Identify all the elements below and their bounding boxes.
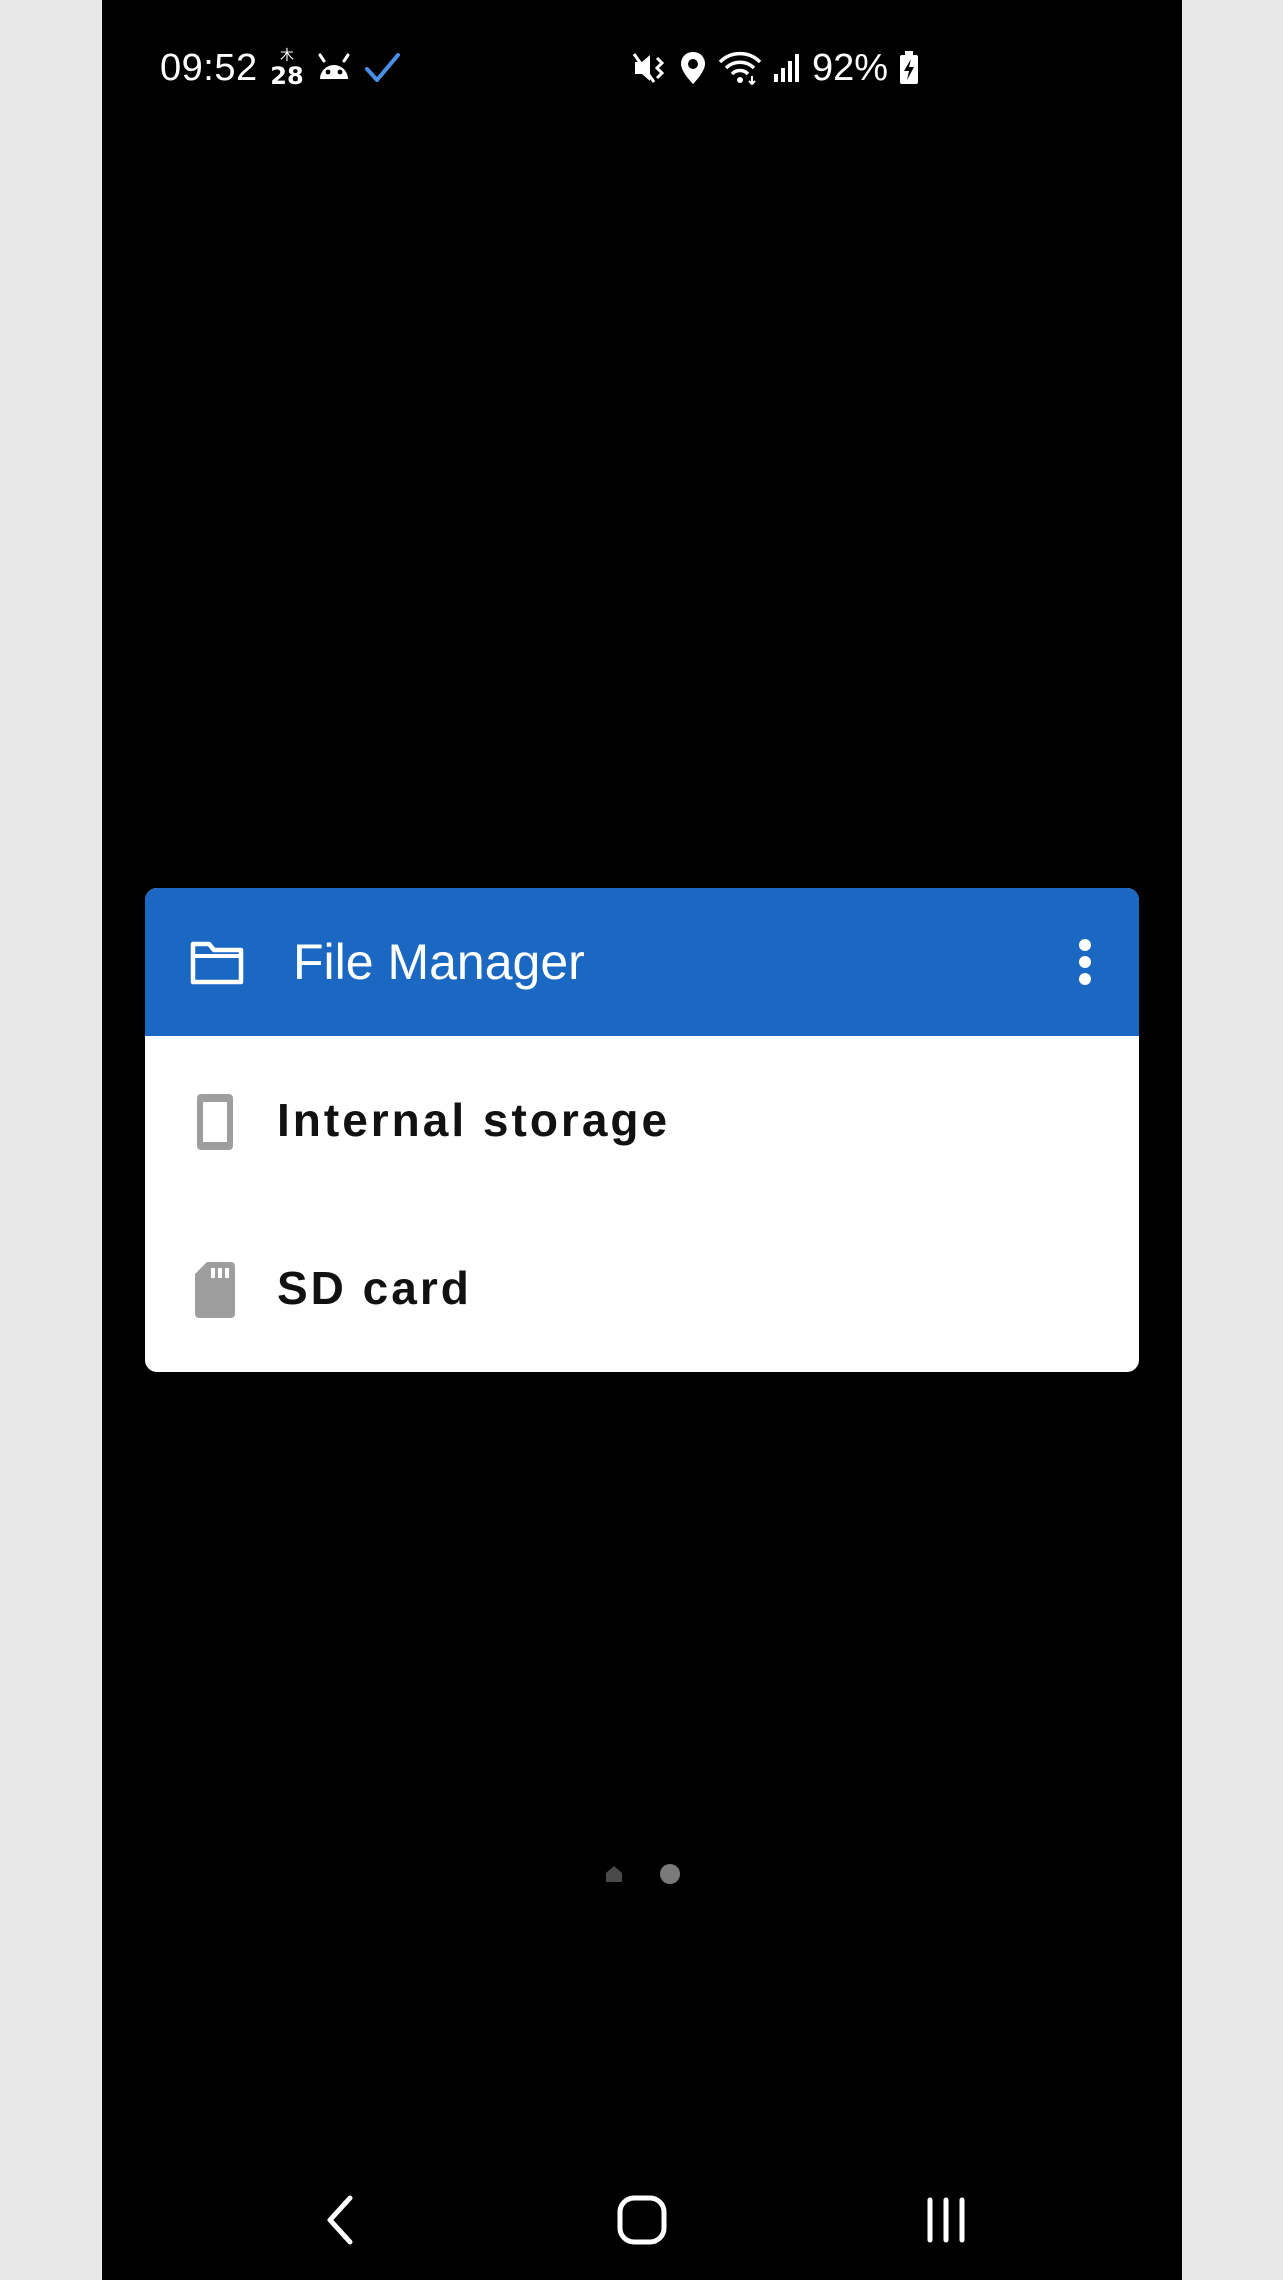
more-vert-icon [1079,939,1091,985]
battery-charging-icon [900,51,919,84]
location-icon [681,52,705,84]
page-dot-active [660,1864,680,1884]
widget-title: File Manager [293,934,585,990]
status-time: 09:52 [160,47,258,89]
storage-item-internal[interactable]: Internal storage [145,1036,1139,1204]
home-icon [617,2195,667,2245]
recents-icon [927,2197,965,2243]
calendar-day: 28 [270,62,304,90]
signal-icon [774,54,799,82]
android-icon [318,53,350,79]
back-icon [327,2195,353,2245]
home-button[interactable] [602,2184,682,2256]
sd-card-icon [195,1262,235,1318]
check-icon [365,53,400,82]
calendar-icon: 木 28 [270,48,304,88]
page-indicator[interactable] [604,1862,684,1886]
recents-button[interactable] [906,2184,986,2256]
storage-item-label: SD card [277,1262,472,1314]
home-page-indicator-icon [606,1866,622,1882]
widget-header[interactable]: File Manager [145,888,1139,1036]
mute-icon [632,53,665,83]
wifi-icon [718,51,762,86]
status-bar: 09:52 木 28 92% [102,0,1182,136]
storage-item-label: Internal storage [277,1094,671,1146]
folder-icon [190,941,244,985]
storage-item-sd-card[interactable]: SD card [145,1204,1139,1372]
navigation-bar [102,2160,1182,2280]
status-left-icons: 木 28 [270,44,400,92]
back-button[interactable] [300,2184,380,2256]
file-manager-widget: File Manager Internal storage SD card [145,888,1139,1372]
more-options-button[interactable] [1055,928,1115,996]
status-right-icons: 92% [632,44,920,92]
phone-screen: 09:52 木 28 92% File Manager Internal sto… [102,0,1182,2280]
phone-storage-icon [197,1094,233,1150]
battery-percent: 92% [812,47,889,89]
